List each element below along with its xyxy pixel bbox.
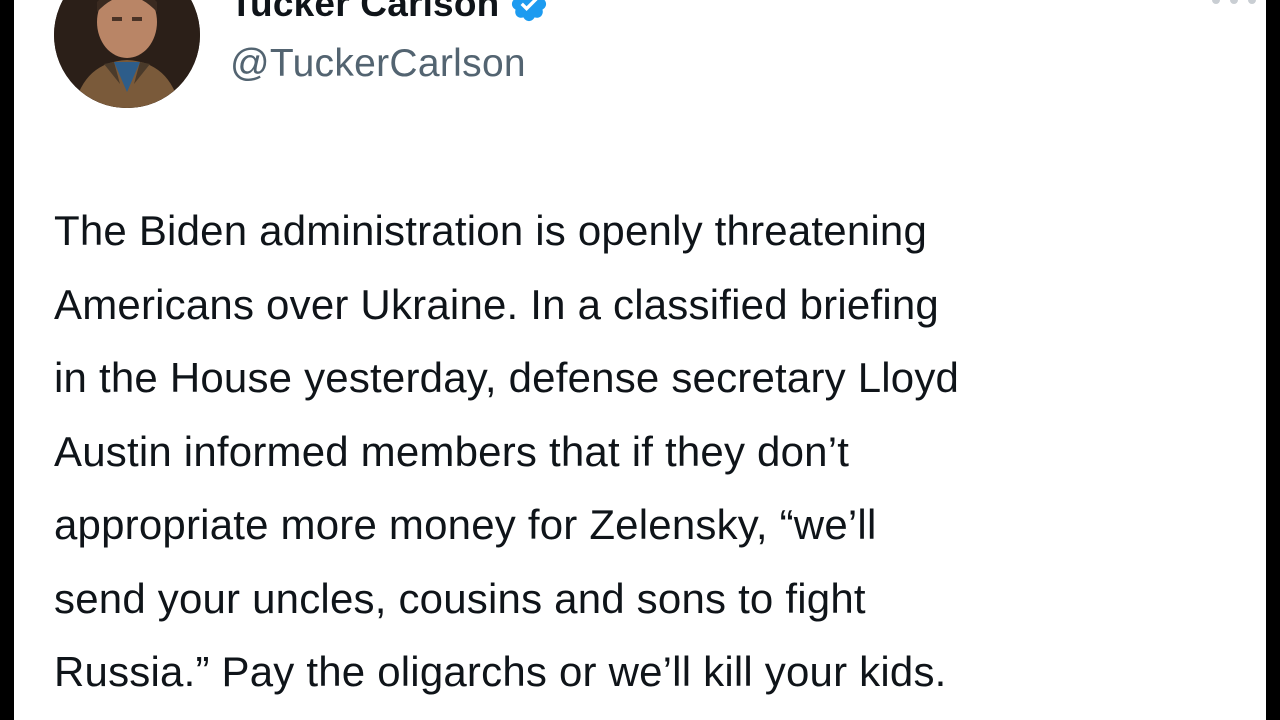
tweet-text-line: in the House yesterday, defense secretar… xyxy=(54,354,960,401)
tweet-text-line: The Biden administration is openly threa… xyxy=(54,207,928,254)
tweet-text-line: send your uncles, cousins and sons to fi… xyxy=(54,574,866,622)
author-name-row: Tucker Carlson xyxy=(230,0,549,26)
more-options-icon[interactable] xyxy=(1204,0,1264,14)
verified-badge-icon xyxy=(509,0,549,24)
tweet-card: Tucker Carlson @TuckerCarlson The Biden … xyxy=(14,0,1266,720)
tweet-text-line: Russia.” Pay the oligarchs or we’ll kill… xyxy=(54,648,947,695)
tweet-text: The Biden administration is openly threa… xyxy=(54,194,1254,709)
author-handle[interactable]: @TuckerCarlson xyxy=(230,42,526,86)
author-display-name[interactable]: Tucker Carlson xyxy=(230,0,499,25)
avatar-photo xyxy=(54,0,200,108)
tweet-text-line: Americans over Ukraine. In a classified … xyxy=(54,280,939,328)
tweet-text-line: Austin informed members that if they don… xyxy=(54,427,850,475)
tweet-text-line: appropriate more money for Zelensky, “we… xyxy=(54,501,877,548)
avatar[interactable] xyxy=(54,0,200,108)
